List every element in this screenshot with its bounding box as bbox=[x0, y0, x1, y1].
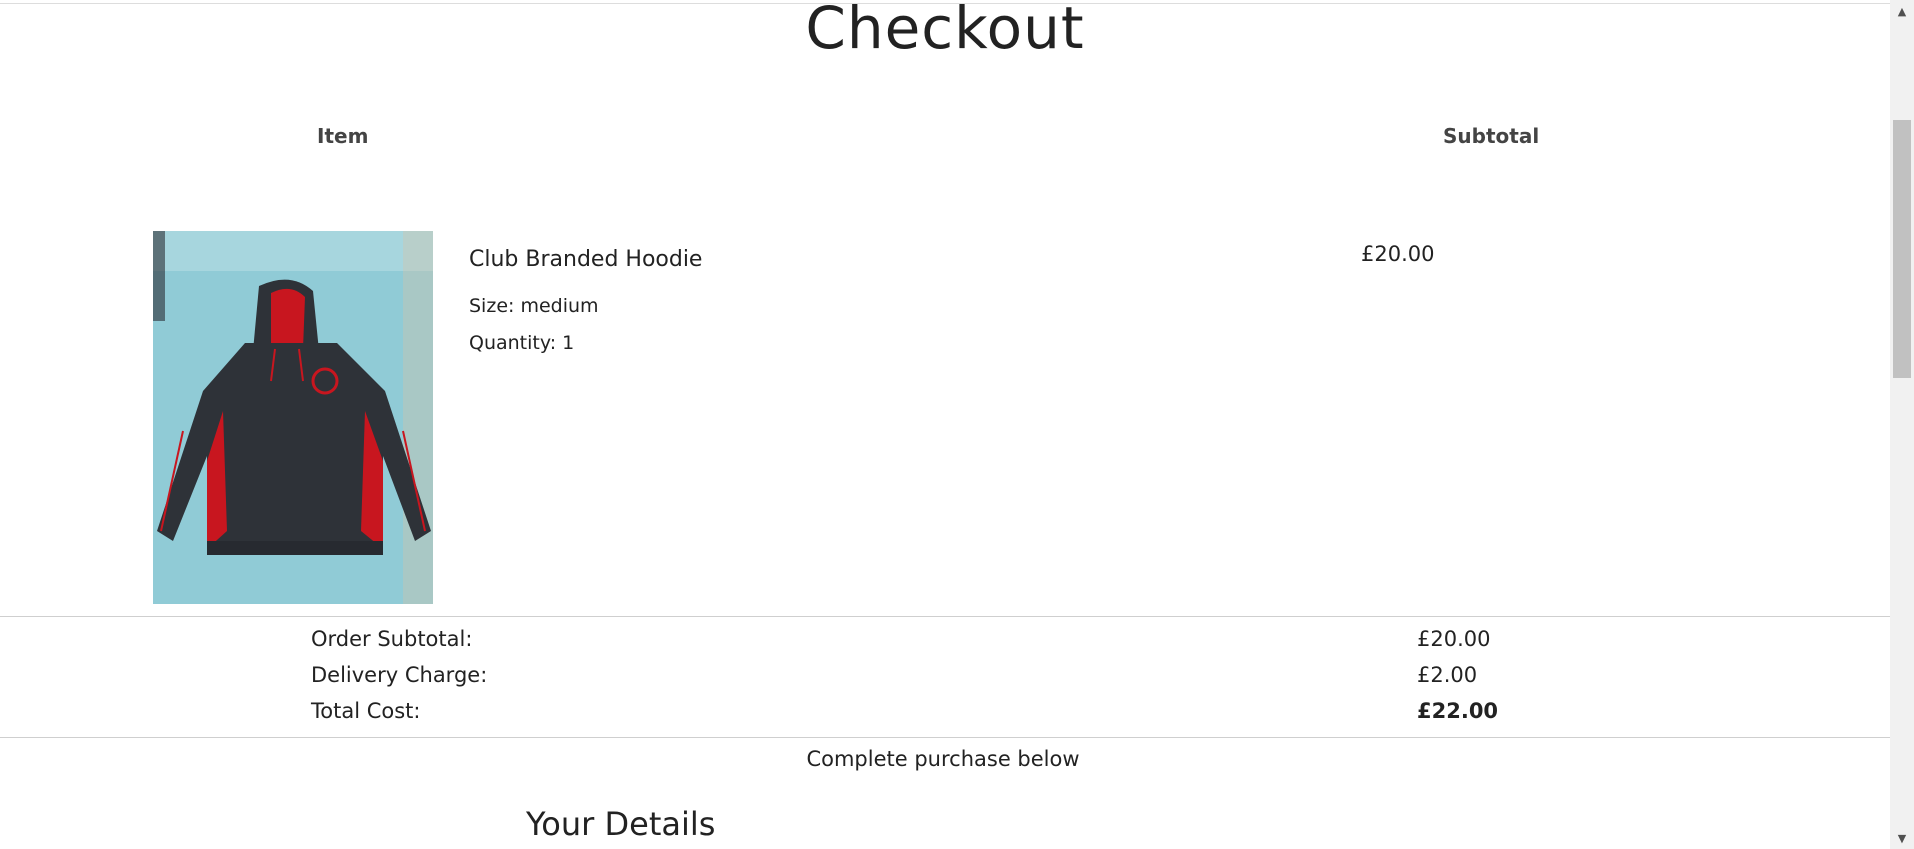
product-image[interactable] bbox=[153, 231, 433, 604]
total-cost-label: Total Cost: bbox=[311, 699, 421, 723]
line-item-subtotal: £20.00 bbox=[1361, 242, 1435, 266]
scroll-up-arrow-icon[interactable]: ▲ bbox=[1890, 2, 1914, 20]
item-column-header: Item bbox=[317, 124, 369, 148]
total-cost-value: £22.00 bbox=[1417, 699, 1499, 723]
product-size: Size: medium bbox=[469, 295, 599, 317]
product-quantity: Quantity: 1 bbox=[469, 332, 575, 354]
your-details-heading: Your Details bbox=[526, 805, 716, 843]
complete-purchase-note: Complete purchase below bbox=[806, 747, 1080, 771]
scrollbar-thumb[interactable] bbox=[1893, 120, 1911, 378]
delivery-charge-label: Delivery Charge: bbox=[311, 663, 488, 687]
summary-top-divider bbox=[0, 616, 1890, 617]
vertical-scrollbar[interactable]: ▲ ▼ bbox=[1890, 0, 1914, 849]
order-subtotal-label: Order Subtotal: bbox=[311, 627, 473, 651]
summary-bottom-divider bbox=[0, 737, 1890, 738]
product-name: Club Branded Hoodie bbox=[469, 247, 703, 272]
hoodie-image bbox=[153, 231, 433, 604]
checkout-page: Checkout Item Subtotal Club Branded Hood… bbox=[0, 0, 1914, 849]
subtotal-column-header: Subtotal bbox=[1443, 124, 1540, 148]
scroll-down-arrow-icon[interactable]: ▼ bbox=[1890, 829, 1914, 847]
order-subtotal-value: £20.00 bbox=[1417, 627, 1491, 651]
delivery-charge-value: £2.00 bbox=[1417, 663, 1478, 687]
page-title: Checkout bbox=[805, 0, 1085, 62]
